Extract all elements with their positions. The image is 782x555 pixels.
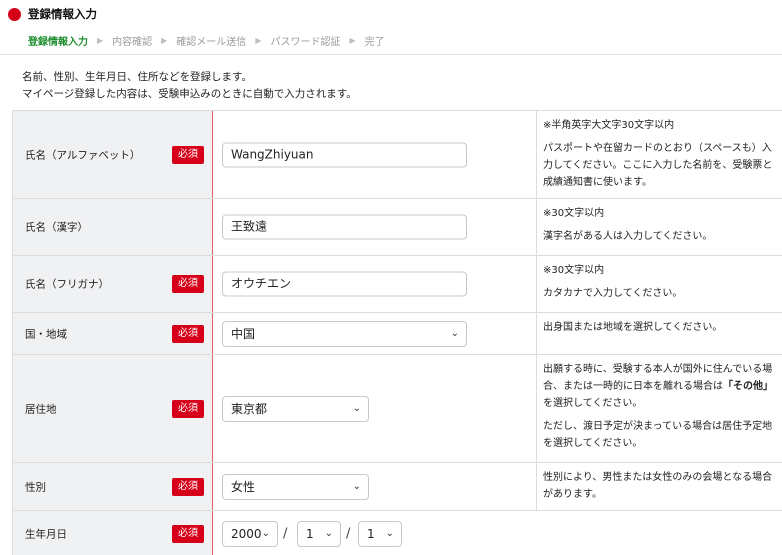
help-description: 出身国または地域を選択してください。 xyxy=(543,322,723,333)
country-select[interactable]: 中国 ⌄ xyxy=(222,320,467,347)
chevron-down-icon: ⌄ xyxy=(352,480,361,492)
required-badge: 必須 xyxy=(172,275,204,293)
row-label-cell: 氏名（フリガナ） 必須 xyxy=(12,256,212,312)
row-field-cell: オウチエン xyxy=(212,256,537,312)
name-kanji-input[interactable]: 王致遠 xyxy=(222,214,467,240)
row-field-cell: 東京都 ⌄ xyxy=(212,355,537,462)
help-text: 性別により、男性または女性のみの会場となる場合があります。 xyxy=(537,463,782,510)
row-label-cell: 氏名（アルファベット） 必須 xyxy=(12,111,212,198)
help-text: 出身国または地域を選択してください。 xyxy=(537,313,782,354)
row-field-cell: WangZhiyuan xyxy=(212,111,537,198)
row-field-cell: 王致遠 xyxy=(212,199,537,255)
form-row-gender: 性別 必須 女性 ⌄ 性別により、男性または女性のみの会場となる場合があります。 xyxy=(12,463,782,511)
row-label-cell: 氏名（漢字） xyxy=(12,199,212,255)
date-separator: / xyxy=(346,526,351,541)
row-label-cell: 国・地域 必須 xyxy=(12,313,212,354)
birth-month-select[interactable]: 1 ⌄ xyxy=(297,520,341,547)
registration-form: 氏名（アルファベット） 必須 WangZhiyuan ※半角英字大文字30文字以… xyxy=(12,110,782,555)
form-row-name-kanji: 氏名（漢字） 王致遠 ※30文字以内 漢字名がある人は入力してください。 xyxy=(12,199,782,256)
chevron-down-icon: ⌄ xyxy=(261,527,270,539)
form-row-residence: 居住地 必須 東京都 ⌄ 出願する時に、受験する本人が国外に住んでいる場合、また… xyxy=(12,355,782,463)
help-description: 出願する時に、受験する本人が国外に住んでいる場合、または一時的に日本を離れる場合… xyxy=(543,361,774,412)
gender-select[interactable]: 女性 ⌄ xyxy=(222,473,369,500)
birth-day-value: 1 xyxy=(367,526,375,541)
field-label: 生年月日 xyxy=(25,528,67,540)
red-dot-icon xyxy=(8,7,21,21)
step-password-auth: パスワード認証 xyxy=(270,37,341,48)
step-confirm: 内容確認 xyxy=(112,37,153,48)
birth-year-select[interactable]: 2000 ⌄ xyxy=(222,520,278,547)
birth-month-value: 1 xyxy=(306,526,314,541)
step-arrow-icon: ▶ xyxy=(161,36,168,45)
step-arrow-icon: ▶ xyxy=(349,36,356,45)
step-registration-input: 登録情報入力 xyxy=(28,37,88,48)
gender-selected-value: 女性 xyxy=(231,479,256,494)
required-badge: 必須 xyxy=(172,145,204,164)
row-field-cell: 女性 ⌄ xyxy=(212,463,537,510)
chevron-down-icon: ⌄ xyxy=(450,327,459,339)
field-label: 居住地 xyxy=(25,403,57,415)
field-label: 国・地域 xyxy=(25,328,67,340)
row-label-cell: 生年月日 必須 xyxy=(12,511,212,555)
row-field-cell: 2000 ⌄ / 1 ⌄ / 1 ⌄ xyxy=(212,511,537,555)
row-field-cell: 中国 ⌄ xyxy=(212,313,537,354)
step-arrow-icon: ▶ xyxy=(255,36,262,45)
chevron-down-icon: ⌄ xyxy=(324,527,333,539)
progress-steps: 登録情報入力 ▶ 内容確認 ▶ 確認メール送信 ▶ パスワード認証 ▶ 完了 xyxy=(28,33,385,48)
help-note: ※30文字以内 xyxy=(543,208,605,219)
step-complete: 完了 xyxy=(364,37,385,48)
help-text: ※30文字以内 カタカナで入力してください。 xyxy=(537,256,782,312)
form-row-name-alphabet: 氏名（アルファベット） 必須 WangZhiyuan ※半角英字大文字30文字以… xyxy=(12,111,782,199)
help-description: 性別により、男性または女性のみの会場となる場合があります。 xyxy=(543,472,773,500)
required-badge: 必須 xyxy=(172,324,204,343)
form-row-country: 国・地域 必須 中国 ⌄ 出身国または地域を選択してください。 xyxy=(12,313,782,355)
help-description: カタカナで入力してください。 xyxy=(543,288,683,299)
field-label: 氏名（アルファベット） xyxy=(25,149,141,161)
title-row: 登録情報入力 xyxy=(8,6,97,22)
intro-line-2: マイページ登録した内容は、受験申込みのときに自動で入力されます。 xyxy=(22,88,357,100)
row-label-cell: 居住地 必須 xyxy=(12,355,212,462)
help-text: 出願する時に、受験する本人が国外に住んでいる場合、または一時的に日本を離れる場合… xyxy=(537,355,782,462)
help-text-empty xyxy=(537,511,782,555)
required-badge: 必須 xyxy=(172,524,204,543)
page-title: 登録情報入力 xyxy=(28,7,97,21)
field-label: 性別 xyxy=(25,481,46,493)
residence-selected-value: 東京都 xyxy=(231,401,268,416)
intro-text: 名前、性別、生年月日、住所などを登録します。 マイページ登録した内容は、受験申込… xyxy=(22,69,357,103)
help-post: を選択してください。 xyxy=(543,398,643,409)
chevron-down-icon: ⌄ xyxy=(352,402,361,414)
intro-line-1: 名前、性別、生年月日、住所などを登録します。 xyxy=(22,71,252,83)
residence-select[interactable]: 東京都 ⌄ xyxy=(222,395,369,422)
help-note: ※半角英字大文字30文字以内 xyxy=(543,120,675,131)
help-note: ※30文字以内 xyxy=(543,265,605,276)
help-description: 漢字名がある人は入力してください。 xyxy=(543,231,713,242)
form-row-birthdate: 生年月日 必須 2000 ⌄ / 1 ⌄ / 1 ⌄ xyxy=(12,511,782,555)
step-mail-sent: 確認メール送信 xyxy=(176,37,247,48)
page-header: 登録情報入力 登録情報入力 ▶ 内容確認 ▶ 確認メール送信 ▶ パスワード認証… xyxy=(0,0,782,55)
step-arrow-icon: ▶ xyxy=(97,36,104,45)
help-description-2: ただし、渡日予定が決まっている場合は居住予定地を選択してください。 xyxy=(543,421,773,449)
required-badge: 必須 xyxy=(172,477,204,496)
help-bold-other: 「その他」 xyxy=(723,381,773,392)
country-selected-value: 中国 xyxy=(231,326,256,341)
help-description: パスポートや在留カードのとおり（スペースも）入力してください。ここに入力した名前… xyxy=(543,143,773,188)
form-row-name-kana: 氏名（フリガナ） 必須 オウチエン ※30文字以内 カタカナで入力してください。 xyxy=(12,256,782,313)
required-badge: 必須 xyxy=(172,399,204,418)
field-label: 氏名（漢字） xyxy=(25,221,88,234)
chevron-down-icon: ⌄ xyxy=(385,527,394,539)
field-label: 氏名（フリガナ） xyxy=(25,278,109,291)
birth-year-value: 2000 xyxy=(231,526,262,541)
date-separator: / xyxy=(283,526,288,541)
name-kana-input[interactable]: オウチエン xyxy=(222,271,467,297)
help-text: ※30文字以内 漢字名がある人は入力してください。 xyxy=(537,199,782,255)
row-label-cell: 性別 必須 xyxy=(12,463,212,510)
name-alphabet-input[interactable]: WangZhiyuan xyxy=(222,142,467,167)
birth-day-select[interactable]: 1 ⌄ xyxy=(358,520,402,547)
help-text: ※半角英字大文字30文字以内 パスポートや在留カードのとおり（スペースも）入力し… xyxy=(537,111,782,198)
